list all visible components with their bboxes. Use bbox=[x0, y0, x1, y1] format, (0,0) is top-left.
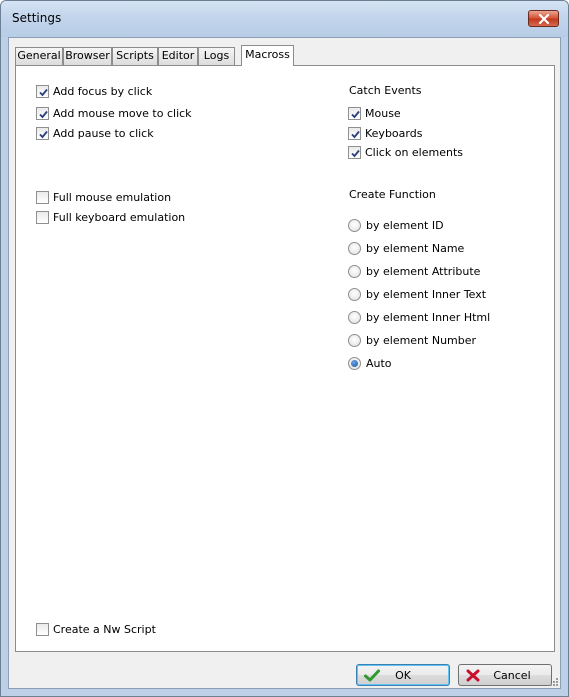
cancel-button-label: Cancel bbox=[493, 668, 531, 682]
radio-by-element-attribute[interactable]: by element Attribute bbox=[348, 263, 480, 279]
checkbox-label: Mouse bbox=[365, 106, 401, 120]
radio-by-element-name[interactable]: by element Name bbox=[348, 240, 464, 256]
checkbox-label: Add pause to click bbox=[53, 126, 154, 140]
radio-selected-dot bbox=[351, 359, 358, 367]
radio-circle bbox=[348, 310, 361, 324]
radio-label: by element Attribute bbox=[366, 264, 481, 278]
tab-scripts[interactable]: Scripts bbox=[112, 47, 158, 65]
radio-circle bbox=[348, 356, 361, 370]
add-focus-by-click-checkbox[interactable]: Add focus by click bbox=[36, 83, 152, 99]
checkbox-box bbox=[348, 126, 361, 140]
ok-button-label: OK bbox=[395, 668, 411, 682]
radio-circle bbox=[348, 333, 361, 347]
ok-button[interactable]: OK bbox=[356, 664, 450, 686]
radio-circle bbox=[348, 218, 361, 232]
catch-keyboards-checkbox[interactable]: Keyboards bbox=[348, 125, 422, 141]
title-bar[interactable]: Settings bbox=[1, 1, 568, 37]
add-mouse-move-to-click-checkbox[interactable]: Add mouse move to click bbox=[36, 105, 192, 121]
checkbox-label: Keyboards bbox=[365, 126, 423, 140]
radio-label: by element Inner Text bbox=[366, 287, 487, 301]
radio-auto[interactable]: Auto bbox=[348, 355, 392, 371]
checkbox-label: Full keyboard emulation bbox=[53, 210, 186, 224]
checkmark-icon bbox=[364, 669, 380, 682]
tab-macross[interactable]: Macross bbox=[241, 45, 294, 66]
radio-by-element-id[interactable]: by element ID bbox=[348, 217, 444, 233]
tab-logs[interactable]: Logs bbox=[198, 47, 235, 65]
radio-label: by element ID bbox=[366, 218, 444, 232]
radio-circle bbox=[348, 241, 361, 255]
close-button[interactable] bbox=[528, 10, 559, 27]
checkbox-box bbox=[36, 622, 49, 636]
checkbox-box bbox=[348, 145, 361, 159]
checkbox-label: Click on elements bbox=[365, 145, 463, 159]
create-nw-script-checkbox[interactable]: Create a Nw Script bbox=[36, 621, 156, 637]
catch-mouse-checkbox[interactable]: Mouse bbox=[348, 105, 401, 121]
catch-events-label: Catch Events bbox=[349, 84, 422, 97]
add-pause-to-click-checkbox[interactable]: Add pause to click bbox=[36, 125, 154, 141]
checkbox-box bbox=[348, 106, 361, 120]
checkbox-box bbox=[36, 190, 49, 204]
checkmark-icon bbox=[39, 88, 48, 96]
radio-by-element-inner-text[interactable]: by element Inner Text bbox=[348, 286, 486, 302]
window-title: Settings bbox=[12, 11, 62, 25]
radio-label: Auto bbox=[366, 356, 392, 370]
settings-window: Settings General Browser Scripts Editor … bbox=[0, 0, 569, 697]
checkbox-box bbox=[36, 210, 49, 224]
dialog-body: General Browser Scripts Editor Logs Macr… bbox=[8, 37, 561, 689]
checkbox-box bbox=[36, 106, 49, 120]
checkmark-icon bbox=[351, 130, 360, 138]
cancel-button[interactable]: Cancel bbox=[458, 664, 552, 686]
radio-by-element-number[interactable]: by element Number bbox=[348, 332, 476, 348]
create-function-label: Create Function bbox=[349, 188, 436, 201]
checkmark-icon bbox=[39, 130, 48, 138]
checkbox-label: Add mouse move to click bbox=[53, 106, 192, 120]
tab-general[interactable]: General bbox=[15, 47, 63, 65]
tab-browser[interactable]: Browser bbox=[63, 47, 112, 65]
radio-circle bbox=[348, 287, 361, 301]
catch-click-on-elements-checkbox[interactable]: Click on elements bbox=[348, 144, 463, 160]
checkbox-label: Create a Nw Script bbox=[53, 622, 156, 636]
radio-circle bbox=[348, 264, 361, 278]
cancel-x-icon bbox=[466, 669, 480, 682]
checkmark-icon bbox=[39, 110, 48, 118]
full-mouse-emulation-checkbox[interactable]: Full mouse emulation bbox=[36, 189, 171, 205]
radio-label: by element Number bbox=[366, 333, 477, 347]
full-keyboard-emulation-checkbox[interactable]: Full keyboard emulation bbox=[36, 209, 185, 225]
checkbox-box bbox=[36, 84, 49, 98]
checkbox-label: Add focus by click bbox=[53, 84, 153, 98]
close-icon bbox=[538, 14, 550, 24]
radio-by-element-inner-html[interactable]: by element Inner Html bbox=[348, 309, 490, 325]
checkbox-box bbox=[36, 126, 49, 140]
checkmark-icon bbox=[351, 110, 360, 118]
radio-label: by element Name bbox=[366, 241, 465, 255]
radio-label: by element Inner Html bbox=[366, 310, 491, 324]
macross-tab-panel: Add focus by click Add mouse move to cli… bbox=[15, 65, 555, 652]
tab-editor[interactable]: Editor bbox=[158, 47, 198, 65]
resize-grip-icon[interactable] bbox=[549, 677, 559, 687]
checkbox-label: Full mouse emulation bbox=[53, 190, 172, 204]
checkmark-icon bbox=[351, 149, 360, 157]
